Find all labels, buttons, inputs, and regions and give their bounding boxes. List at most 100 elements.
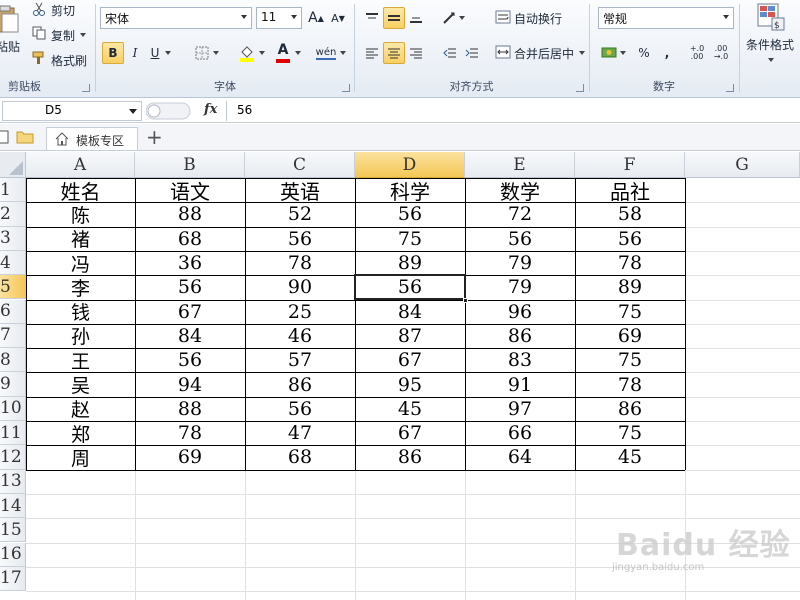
- row-header-16[interactable]: 16: [0, 542, 26, 567]
- align-left-button[interactable]: [361, 42, 383, 64]
- cell-e4[interactable]: 79: [465, 251, 575, 275]
- cell-a1[interactable]: 姓名: [26, 178, 135, 204]
- fill-handle[interactable]: [463, 297, 468, 303]
- cell-b6[interactable]: 67: [135, 300, 245, 324]
- active-cell[interactable]: [354, 274, 466, 301]
- row-header-17[interactable]: 17: [0, 566, 26, 592]
- cell-e5[interactable]: 79: [465, 275, 575, 299]
- align-middle-button[interactable]: [383, 7, 405, 29]
- folder-icon[interactable]: [16, 129, 34, 145]
- cell-d10[interactable]: 45: [355, 397, 465, 421]
- italic-button[interactable]: I: [126, 42, 144, 64]
- cell-f10[interactable]: 86: [575, 397, 685, 421]
- cell-a11[interactable]: 郑: [26, 421, 135, 446]
- cell-c9[interactable]: 86: [245, 372, 355, 396]
- phonetic-button[interactable]: wén: [314, 42, 348, 64]
- align-top-button[interactable]: [361, 7, 383, 29]
- cell-f12[interactable]: 45: [575, 445, 685, 469]
- comma-button[interactable]: ,: [658, 42, 676, 64]
- cell-f7[interactable]: 69: [575, 324, 685, 348]
- format-painter-button[interactable]: 格式刷: [51, 52, 87, 69]
- clipboard-launcher-icon[interactable]: [82, 84, 90, 92]
- cell-c10[interactable]: 56: [245, 397, 355, 421]
- conditional-format-icon[interactable]: $: [756, 2, 786, 32]
- cell-b5[interactable]: 56: [135, 275, 245, 299]
- add-tab-button[interactable]: +: [146, 125, 163, 149]
- orientation-button[interactable]: [439, 7, 467, 29]
- cell-b4[interactable]: 36: [135, 251, 245, 275]
- align-right-button[interactable]: [405, 42, 427, 64]
- font-launcher-icon[interactable]: [342, 84, 350, 92]
- cell-b7[interactable]: 84: [135, 324, 245, 348]
- square-icon[interactable]: [0, 130, 10, 144]
- underline-button[interactable]: U: [146, 42, 176, 64]
- cell-c8[interactable]: 57: [245, 348, 355, 372]
- cell-f1[interactable]: 品社: [575, 178, 685, 204]
- cell-f9[interactable]: 78: [575, 372, 685, 396]
- cell-f8[interactable]: 75: [575, 348, 685, 372]
- cell-a8[interactable]: 王: [26, 348, 135, 373]
- column-header-b[interactable]: B: [135, 152, 245, 178]
- column-header-c[interactable]: C: [245, 152, 355, 178]
- row-header-4[interactable]: 4: [0, 250, 26, 276]
- cell-a3[interactable]: 褚: [26, 227, 135, 251]
- column-header-d[interactable]: D: [355, 152, 465, 178]
- column-header-e[interactable]: E: [465, 152, 575, 178]
- increase-decimal-button[interactable]: +.0 .00: [686, 42, 708, 64]
- cell-d3[interactable]: 75: [355, 227, 465, 251]
- cell-c5[interactable]: 90: [245, 275, 355, 299]
- cell-e1[interactable]: 数学: [465, 178, 575, 204]
- cell-c6[interactable]: 25: [245, 300, 355, 324]
- grow-font-button[interactable]: A ▲: [306, 7, 326, 29]
- shrink-font-button[interactable]: A ▼: [328, 7, 348, 29]
- cell-b1[interactable]: 语文: [135, 178, 245, 204]
- paste-icon[interactable]: [0, 4, 20, 34]
- number-format-combo[interactable]: 常规: [598, 7, 734, 29]
- borders-button[interactable]: [192, 42, 222, 64]
- cell-d4[interactable]: 89: [355, 251, 465, 275]
- align-center-button[interactable]: [383, 42, 405, 64]
- cell-f2[interactable]: 58: [575, 202, 685, 226]
- row-header-15[interactable]: 15: [0, 518, 26, 543]
- cell-b2[interactable]: 88: [135, 202, 245, 226]
- column-header-f[interactable]: F: [575, 152, 685, 178]
- cell-a10[interactable]: 赵: [26, 397, 135, 421]
- insert-function-button[interactable]: fx: [204, 102, 217, 117]
- name-box[interactable]: D5: [2, 101, 142, 121]
- cell-a2[interactable]: 陈: [26, 202, 135, 227]
- cell-d6[interactable]: 84: [355, 300, 465, 324]
- merge-center-button[interactable]: 合并后居中: [514, 45, 574, 62]
- font-color-button[interactable]: A: [272, 42, 304, 64]
- cell-b12[interactable]: 69: [135, 445, 245, 469]
- bold-button[interactable]: B: [102, 42, 124, 64]
- row-header-10[interactable]: 10: [0, 396, 26, 421]
- cell-a6[interactable]: 钱: [26, 300, 135, 324]
- cell-b9[interactable]: 94: [135, 372, 245, 396]
- row-header-7[interactable]: 7: [0, 323, 26, 349]
- row-header-14[interactable]: 14: [0, 493, 26, 519]
- font-name-combo[interactable]: 宋体: [100, 7, 252, 29]
- cell-e2[interactable]: 72: [465, 202, 575, 226]
- row-header-9[interactable]: 9: [0, 372, 26, 397]
- font-size-combo[interactable]: 11: [256, 7, 302, 29]
- fill-color-button[interactable]: [236, 42, 268, 64]
- row-header-11[interactable]: 11: [0, 421, 26, 446]
- cell-a7[interactable]: 孙: [26, 324, 135, 348]
- copy-button[interactable]: 复制: [51, 27, 75, 44]
- cell-a4[interactable]: 冯: [26, 251, 135, 276]
- chevron-down-icon[interactable]: [579, 51, 585, 55]
- cell-e3[interactable]: 56: [465, 227, 575, 251]
- cell-e9[interactable]: 91: [465, 372, 575, 396]
- cell-f5[interactable]: 89: [575, 275, 685, 299]
- cut-button[interactable]: 剪切: [51, 2, 75, 19]
- percent-button[interactable]: %: [634, 42, 654, 64]
- cell-b11[interactable]: 78: [135, 421, 245, 445]
- row-header-2[interactable]: 2: [0, 202, 26, 227]
- cell-c2[interactable]: 52: [245, 202, 355, 226]
- cell-c12[interactable]: 68: [245, 445, 355, 469]
- column-header-a[interactable]: A: [26, 152, 135, 178]
- cell-e8[interactable]: 83: [465, 348, 575, 372]
- cell-e7[interactable]: 86: [465, 324, 575, 348]
- cell-f6[interactable]: 75: [575, 300, 685, 324]
- cell-c11[interactable]: 47: [245, 421, 355, 445]
